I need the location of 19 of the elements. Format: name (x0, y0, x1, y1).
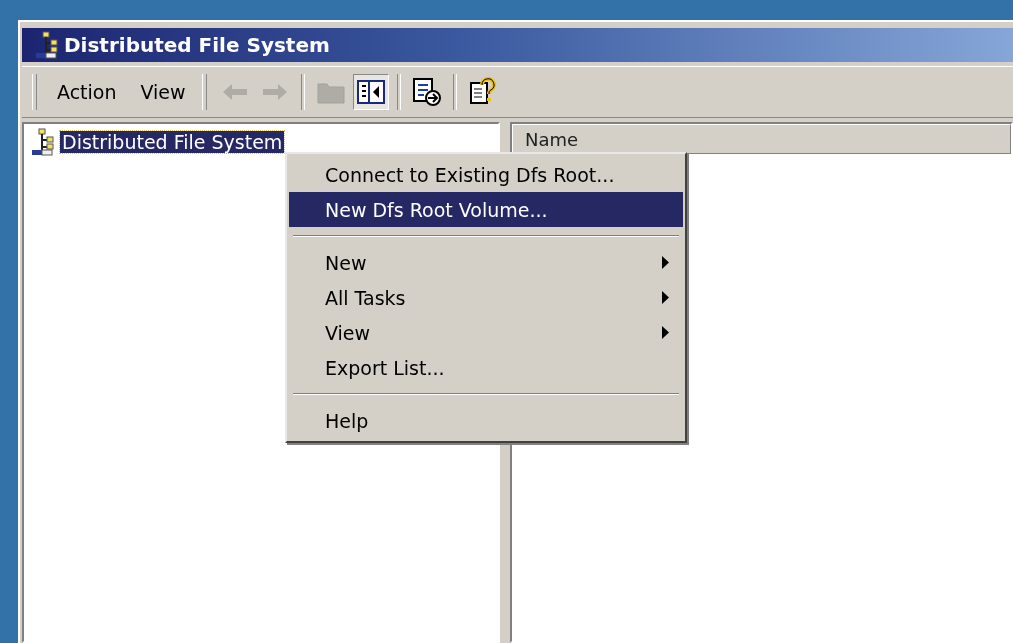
tree-item[interactable]: Distributed File System (60, 131, 285, 153)
menu-item[interactable]: Action (45, 77, 129, 107)
tree-network-icon (30, 128, 56, 156)
app-icon (34, 31, 60, 59)
column-header[interactable]: Name (512, 124, 1011, 154)
menu-item[interactable]: View (128, 77, 198, 107)
context-menu-item[interactable]: Export List... (289, 350, 683, 385)
context-menu-item[interactable]: New (289, 245, 683, 280)
pane-toggle-icon (356, 80, 385, 104)
window-title: Distributed File System (64, 33, 330, 57)
context-menu-item[interactable]: New Dfs Root Volume... (289, 192, 683, 227)
context-menu-item[interactable]: All Tasks (289, 280, 683, 315)
list-export-icon (411, 77, 442, 107)
context-menu-item[interactable]: Help (289, 403, 683, 438)
context-menu-item[interactable]: View (289, 315, 683, 350)
help-icon (467, 77, 498, 107)
pane-toggle-button[interactable] (352, 74, 389, 110)
context-menu-item[interactable]: Connect to Existing Dfs Root... (289, 157, 683, 192)
forward-arrow-icon (260, 82, 289, 102)
